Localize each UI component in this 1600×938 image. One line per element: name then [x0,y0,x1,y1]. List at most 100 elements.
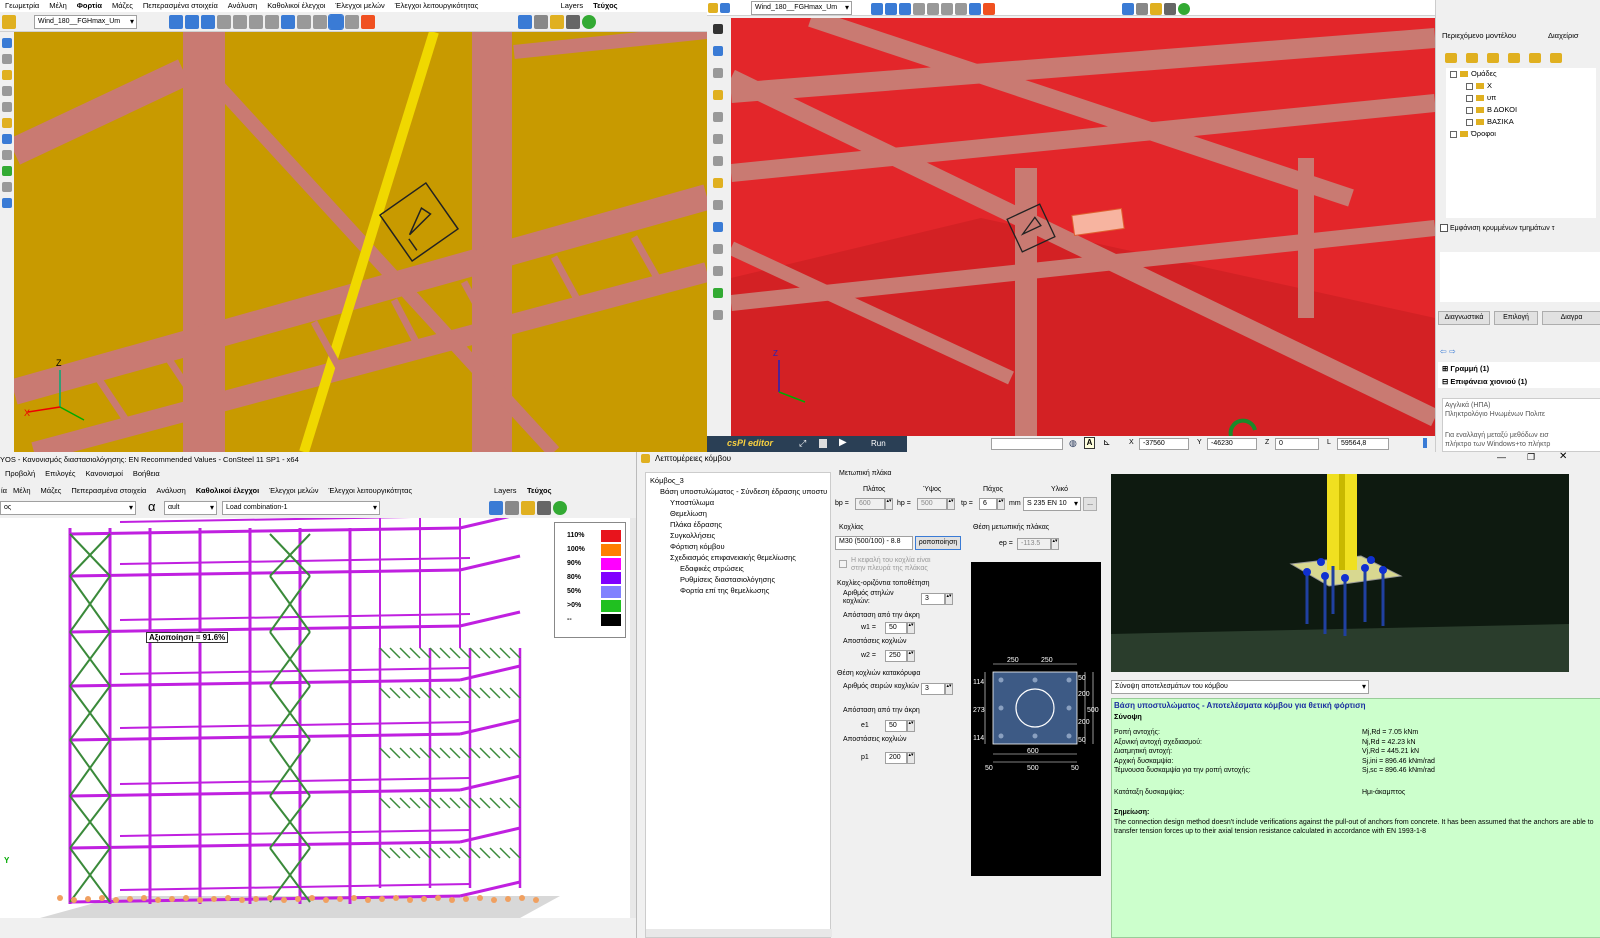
menu-item[interactable]: Έλεγχοι λειτουργικότητας [390,0,484,12]
report-icon[interactable] [489,501,503,515]
tree-item[interactable]: ΒΑΣΙΚΑ [1446,116,1596,128]
toolbar-icon[interactable] [169,15,184,29]
tree-item[interactable]: Φόρτιση κόμβου [648,541,830,552]
tp-field[interactable]: 6 [979,498,997,510]
tab-layers[interactable]: Layers [494,486,517,495]
grid-icon[interactable] [537,501,551,515]
checkbox[interactable] [1466,118,1473,126]
folder-icon[interactable] [1150,3,1163,15]
tree-item[interactable]: Σχεδιασμός επιφανειακής θεμελίωσης [648,552,830,563]
tool-icon[interactable] [713,68,723,78]
toolbar-icon[interactable] [913,3,926,15]
coord-y-field[interactable]: -46230 [1207,438,1257,450]
toolbar-icon[interactable] [969,3,982,15]
toolbar-icon[interactable] [249,15,264,29]
alpha-combo[interactable]: αult [164,501,217,515]
coord-z-field[interactable]: 0 [1275,438,1319,450]
tree-item[interactable]: Ρυθμίσεις διαστασιολόγησης [648,574,830,585]
ribbon-tab[interactable]: Πεπερασμένα στοιχεία [66,485,151,497]
group-icon[interactable] [1445,53,1457,63]
menu-item[interactable]: Ανάλυση [223,0,262,12]
menu-item[interactable]: Κανονισμοί [80,468,127,480]
tab-layers[interactable]: Layers [556,0,589,12]
expand-icon[interactable]: ⤢ [799,438,806,449]
toolbar-icon[interactable] [899,3,912,15]
cmd-input[interactable] [991,438,1063,450]
show-hidden-row[interactable]: Εμφάνιση κρυμμένων τμημάτων τ [1440,224,1555,232]
minimize-icon[interactable]: — [1497,452,1506,462]
list-item[interactable]: ⊟ Επιφάνεια χιονιού (1) [1438,375,1600,388]
refresh-icon[interactable] [1178,3,1191,15]
toolbar-icon[interactable] [941,3,954,15]
material-combo[interactable]: S 235 EN 10 [1023,497,1081,511]
q1-3d-scene[interactable]: Z X [14,32,707,452]
checkbox[interactable] [1466,94,1473,102]
tool-icon[interactable] [2,54,12,64]
menu-item[interactable]: Προβολή [0,468,40,480]
ribbon-tab[interactable]: ία [0,485,8,497]
view-combo[interactable]: ος [0,501,136,515]
results-summary-combo[interactable]: Σύνοψη αποτελεσμάτων του κόμβου [1111,680,1369,694]
tool-icon[interactable] [2,150,12,160]
tool-icon[interactable] [713,288,723,298]
toolbar-icon[interactable] [281,15,296,29]
coord-x-field[interactable]: -37560 [1139,438,1189,450]
doc-icon[interactable] [819,439,827,448]
toolbar-icon[interactable] [328,14,345,30]
tree-item[interactable]: Όροφοι [1446,128,1596,140]
tool-icon[interactable] [713,310,723,320]
p1-spinner[interactable]: ▴▾ [907,752,915,764]
tree-item[interactable]: Ομάδες [1446,68,1596,80]
fire-icon[interactable] [361,15,376,29]
tree-item[interactable]: Κόμβος_3 [648,475,830,486]
panel-tab[interactable]: Διαχείρισ [1548,31,1579,40]
checkbox[interactable] [1450,130,1457,138]
cspi-editor-tab[interactable]: csPI editor ⤢ ▶ Run [707,436,907,452]
ucs-icon[interactable]: ⊾ [1103,437,1111,448]
panel-tab[interactable]: Περιεχόμενο μοντέλου [1442,31,1516,40]
group-icon[interactable] [1466,53,1478,63]
tree-item[interactable]: Θεμελίωση [648,508,830,519]
checkbox[interactable] [1466,106,1473,114]
toolbar-icon[interactable] [927,3,940,15]
tool-icon[interactable] [2,38,12,48]
group-icon[interactable] [1508,53,1520,63]
toolbar-icon[interactable] [217,15,232,29]
tool-icon[interactable] [2,198,12,208]
menu-item[interactable]: Έλεγχοι μελών [330,0,389,12]
ribbon-tab[interactable]: Μέλη [8,485,36,497]
checkbox[interactable] [1450,70,1457,78]
diagnostics-button[interactable]: Διαγνωστικά [1438,311,1490,325]
ribbon-tab[interactable]: Έλεγχοι λειτουργικότητας [324,485,418,497]
bolt-head-checkbox[interactable] [839,560,847,568]
toolbar-icon[interactable] [955,3,968,15]
save-icon[interactable] [2,15,16,29]
close-icon[interactable]: ✕ [1559,452,1567,462]
tree-item[interactable]: X [1446,80,1596,92]
ribbon-tab[interactable]: Έλεγχοι μελών [264,485,323,497]
tool-icon[interactable] [713,266,723,276]
p1-field[interactable]: 200 [885,752,907,764]
e1-field[interactable]: 50 [885,720,907,732]
tree-item[interactable]: Βάση υποστυλώματος - Σύνδεση έδρασης υπο… [648,486,830,497]
hp-spinner[interactable]: ▴▾ [947,498,955,510]
ribbon-tab[interactable]: Μάζες [36,485,67,497]
menu-item[interactable]: Μάζες [107,0,138,12]
tree-item[interactable]: υπ [1446,92,1596,104]
play-icon[interactable]: ▶ [839,437,847,448]
tool-icon[interactable] [713,222,723,232]
tool-icon[interactable] [713,24,723,34]
load-case-combo[interactable]: Wind_180__FGHmax_Um [34,15,137,29]
hp-field[interactable]: 500 [917,498,947,510]
tree-item[interactable]: Εδαφικές στρώσεις [648,563,830,574]
q2-3d-scene[interactable]: Z [731,18,1435,436]
tool-icon[interactable] [713,46,723,56]
folder-icon[interactable] [521,501,535,515]
text-a-icon[interactable]: A [1084,437,1095,449]
frame-3d-scene[interactable] [0,518,600,918]
run-label[interactable]: Run [871,439,886,448]
w2-spinner[interactable]: ▴▾ [907,650,915,662]
menu-item[interactable]: Βοήθεια [128,468,165,480]
tree-item[interactable]: Β ΔΟΚΟΙ [1446,104,1596,116]
ribbon-tab[interactable]: Καθολικοί έλεγχοι [191,485,264,497]
